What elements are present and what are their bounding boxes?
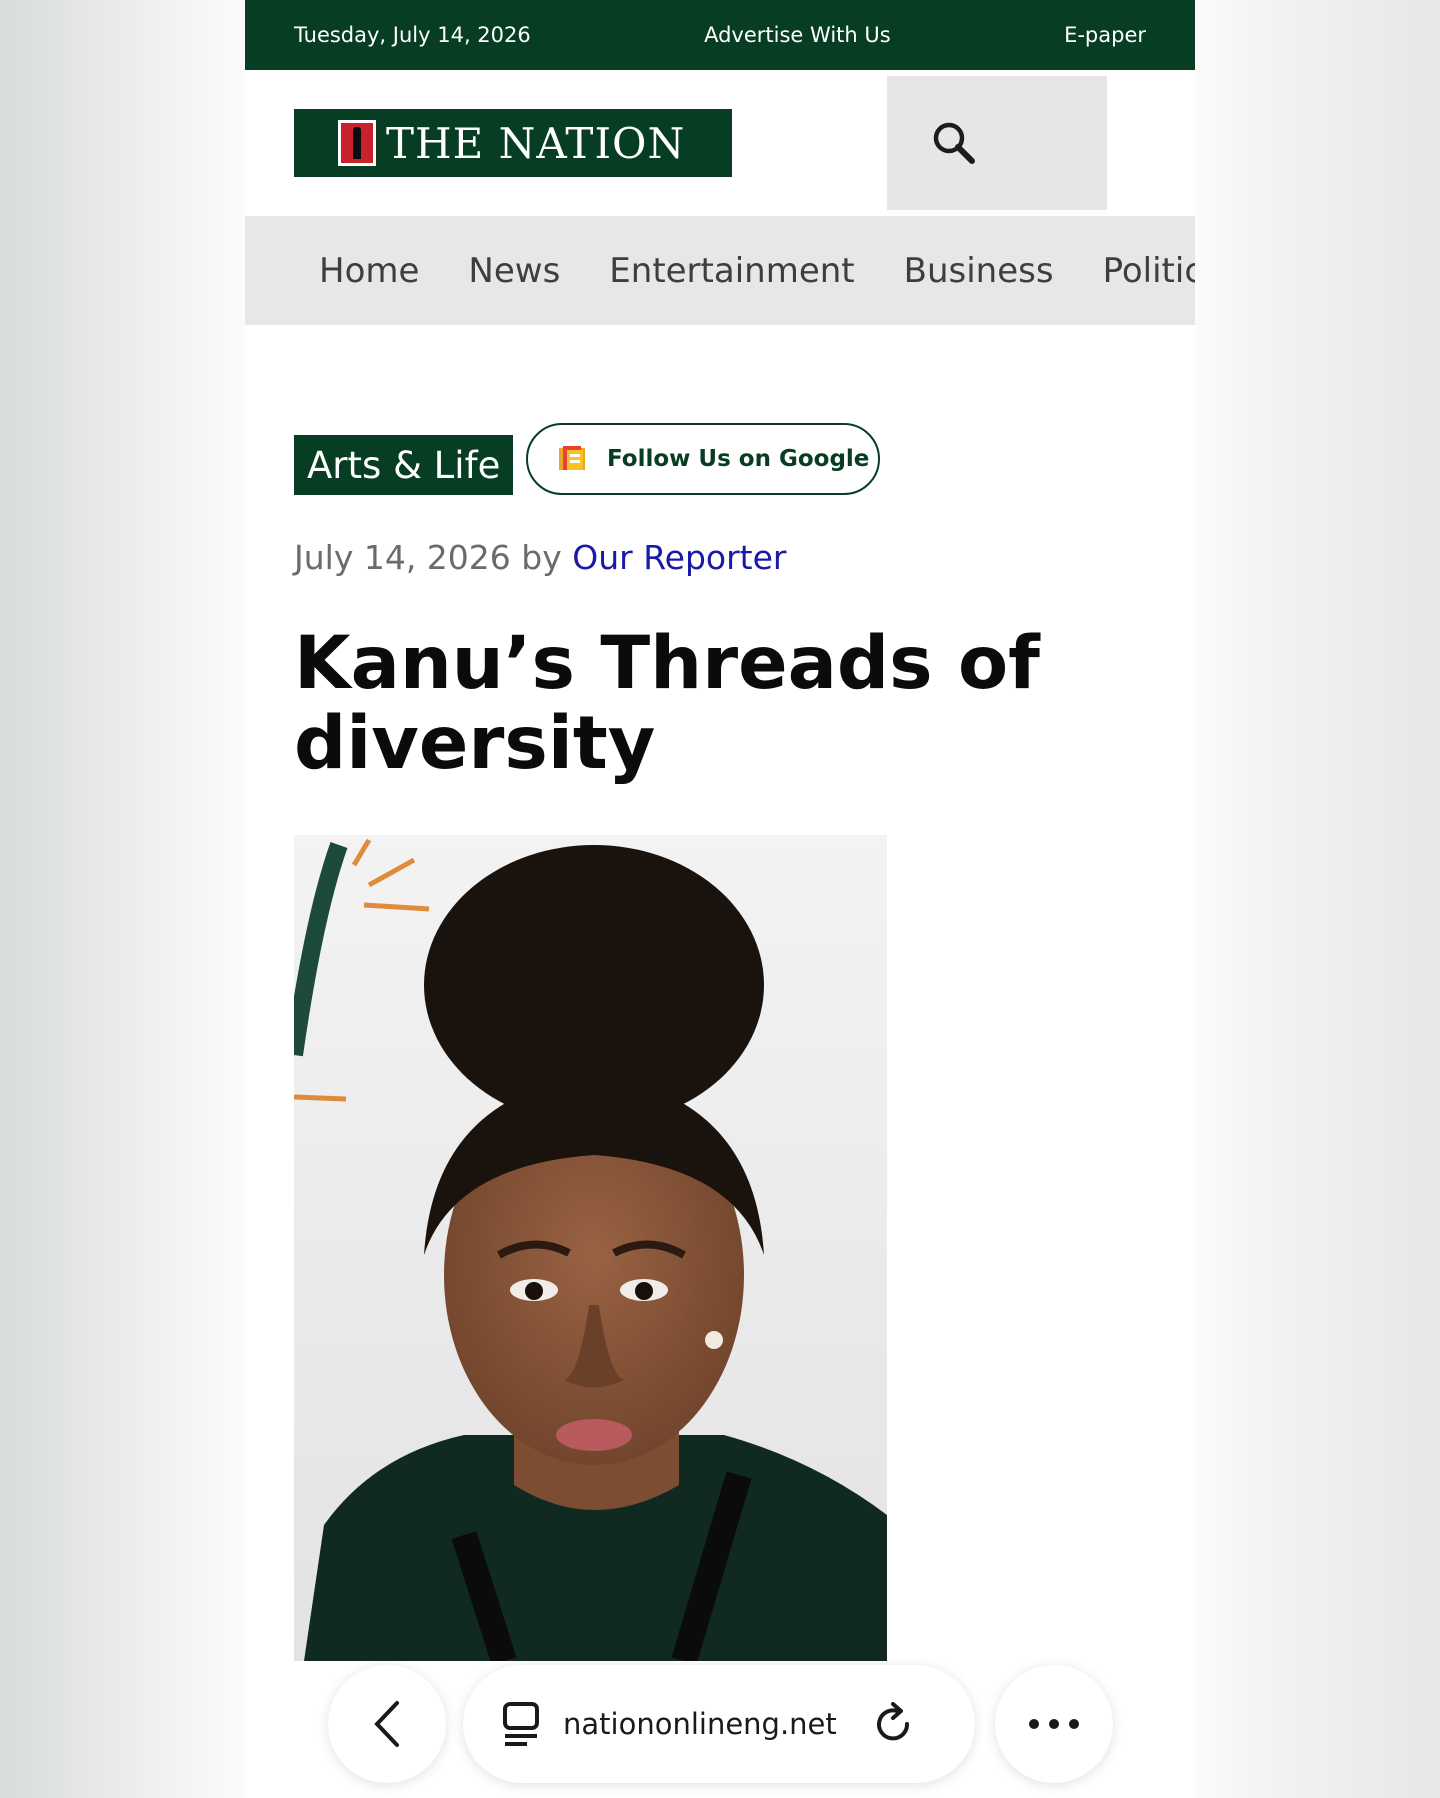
nav-item-entertainment[interactable]: Entertainment [609,251,854,291]
site-header: THE NATION [245,70,1195,216]
search-button[interactable] [887,76,1107,210]
site-logo[interactable]: THE NATION [294,109,732,177]
reload-icon[interactable] [871,1702,915,1746]
follow-google-label: Follow Us on Google [607,446,870,472]
logo-text: THE NATION [386,118,686,168]
author-link[interactable]: Our Reporter [572,538,786,577]
portrait-photo [294,838,887,1661]
current-date: Tuesday, July 14, 2026 [294,23,531,47]
search-icon [933,122,975,164]
nav-item-news[interactable]: News [468,251,560,291]
article-photo[interactable] [294,835,887,1661]
back-icon [374,1701,399,1747]
article-title: Kanu’s Threads of diversity [294,621,1040,786]
nav-item-business[interactable]: Business [904,251,1054,291]
article-meta: July 14, 2026 by Our Reporter [294,538,787,577]
follow-google-button[interactable]: Follow Us on Google [526,423,880,495]
url-text: nationonlineng.net [563,1707,837,1741]
logo-shield-icon [338,120,376,166]
address-bar[interactable]: nationonlineng.net [463,1665,975,1783]
back-button[interactable] [328,1665,446,1783]
top-bar: Tuesday, July 14, 2026 Advertise With Us… [245,0,1195,70]
article-date: July 14, 2026 [294,538,511,577]
more-icon [1029,1719,1079,1729]
main-nav: Home News Entertainment Business Politic [245,216,1195,325]
more-menu-button[interactable] [995,1665,1113,1783]
nav-item-home[interactable]: Home [319,251,419,291]
google-news-icon [559,446,585,470]
nav-item-politics[interactable]: Politic [1103,251,1195,291]
browser-viewport: Tuesday, July 14, 2026 Advertise With Us… [245,0,1195,1798]
advertise-link[interactable]: Advertise With Us [704,23,891,47]
byline-prefix: by [521,538,562,577]
tab-icon [503,1702,539,1746]
category-badge[interactable]: Arts & Life [294,435,514,495]
epaper-link[interactable]: E-paper [1064,23,1146,47]
